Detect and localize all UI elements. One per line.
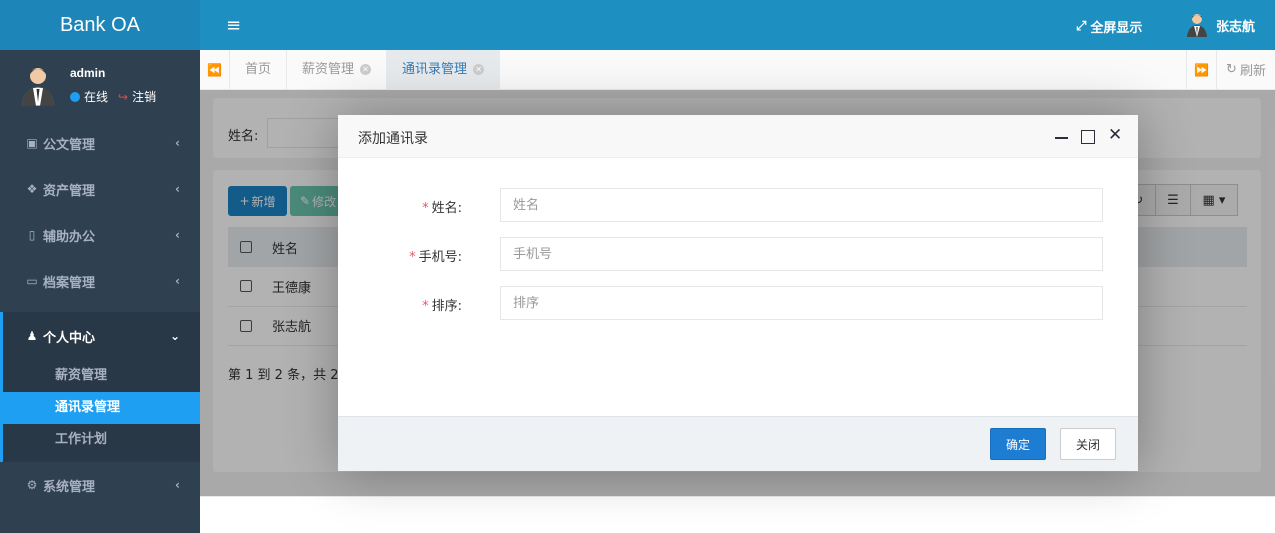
close-button[interactable]: 关闭	[1060, 428, 1116, 460]
gear-icon: ⚙	[26, 478, 38, 492]
sidebar-item-workplan[interactable]: 工作计划	[3, 424, 200, 456]
maximize-icon[interactable]	[1081, 130, 1095, 144]
menu-label: 辅助办公	[43, 229, 96, 245]
user-status: 在线 ↪ 注销	[70, 88, 156, 105]
name-field[interactable]	[500, 188, 1103, 222]
tab-close-icon[interactable]: ✕	[473, 64, 485, 75]
tab-salary[interactable]: 薪资管理 ✕	[287, 50, 388, 89]
tab-label: 薪资管理	[302, 62, 355, 77]
dialog-title: 添加通讯录	[358, 131, 428, 147]
minimize-icon[interactable]	[1054, 128, 1068, 142]
chevron-left-icon: ‹	[175, 274, 180, 288]
fullscreen-label: 全屏显示	[1090, 21, 1143, 36]
phone-field[interactable]	[500, 237, 1103, 271]
tab-contacts[interactable]: 通讯录管理 ✕	[387, 50, 501, 89]
tabs: 首页 薪资管理 ✕ 通讯录管理 ✕	[230, 50, 501, 89]
header-avatar	[1187, 14, 1207, 37]
sidebar-item-salary[interactable]: 薪资管理	[3, 360, 200, 392]
sidebar: Bank OA admin 在线 ↪ 注销 ▣ 公文管理 ‹ ❖ 资产管理 ‹	[0, 0, 200, 533]
sort-field-label: * 排序:	[422, 299, 462, 314]
dialog-header[interactable]: 添加通讯录 ✕	[338, 115, 1138, 158]
top-header: ≡ ⤢ 全屏显示 张志航	[200, 0, 1275, 50]
chevron-left-icon: ‹	[175, 228, 180, 242]
online-label: 在线	[84, 90, 109, 104]
refresh-button[interactable]: ↻ 刷新	[1216, 50, 1275, 89]
header-user-menu[interactable]: 张志航	[1186, 13, 1255, 37]
briefcase-icon: ▣	[26, 136, 38, 150]
expand-icon: ⤢	[1076, 19, 1087, 34]
logout-link[interactable]: 注销	[132, 88, 156, 105]
file-icon: ▯	[28, 228, 36, 242]
add-contact-dialog: 添加通讯录 ✕ *姓名: *手机号: *排序: 确定 关闭	[338, 115, 1138, 471]
user-icon: ♟	[26, 329, 38, 343]
dialog-footer: 确定 关闭	[338, 416, 1138, 471]
online-dot-icon	[70, 91, 80, 102]
tab-scroll-left-icon[interactable]: ⏪	[200, 50, 230, 89]
cubes-icon: ❖	[26, 182, 38, 196]
sort-field[interactable]	[500, 286, 1103, 320]
username: admin	[70, 66, 106, 80]
menu-item-personal[interactable]: ♟ 个人中心 ⌄	[0, 312, 200, 360]
tab-close-icon[interactable]: ✕	[360, 64, 372, 75]
name-field-label: * 姓名:	[422, 201, 462, 216]
tab-bar: ⏪ 首页 薪资管理 ✕ 通讯录管理 ✕ ⏩ ↻ 刷新	[200, 50, 1275, 90]
refresh-label: 刷新	[1239, 64, 1266, 79]
tab-label: 通讯录管理	[402, 62, 468, 77]
refresh-icon: ↻	[1226, 62, 1237, 77]
confirm-button[interactable]: 确定	[990, 428, 1046, 460]
menu-item-office[interactable]: ▯ 辅助办公 ‹	[0, 212, 200, 258]
tab-home[interactable]: 首页	[230, 50, 288, 89]
tab-label: 首页	[245, 62, 272, 77]
form-row-phone: * 手机号:	[338, 237, 1138, 271]
form-row-sort: * 排序:	[338, 286, 1138, 320]
chevron-left-icon: ‹	[175, 136, 180, 150]
menu-item-assets[interactable]: ❖ 资产管理 ‹	[0, 166, 200, 212]
chevron-down-icon: ⌄	[169, 329, 180, 343]
close-icon[interactable]: ✕	[1108, 126, 1122, 144]
app-brand: Bank OA	[0, 0, 200, 50]
submenu-personal: 薪资管理 通讯录管理 工作计划	[0, 360, 200, 462]
menu-label: 档案管理	[43, 275, 96, 291]
fullscreen-button[interactable]: ⤢ 全屏显示	[1076, 17, 1142, 36]
menu-label: 系统管理	[43, 479, 96, 495]
phone-field-label: * 手机号:	[409, 250, 462, 265]
footer	[200, 496, 1275, 533]
menu-item-documents[interactable]: ▣ 公文管理 ‹	[0, 120, 200, 166]
sidebar-menu: ▣ 公文管理 ‹ ❖ 资产管理 ‹ ▯ 辅助办公 ‹ ▭ 档案管理 ‹ ♟ 个人…	[0, 120, 200, 508]
menu-toggle-icon[interactable]: ≡	[226, 15, 241, 36]
sidebar-item-contacts[interactable]: 通讯录管理	[0, 392, 200, 424]
menu-item-system[interactable]: ⚙ 系统管理 ‹	[0, 462, 200, 508]
tab-scroll-right-icon[interactable]: ⏩	[1186, 50, 1216, 89]
menu-label: 公文管理	[43, 137, 96, 153]
menu-label: 资产管理	[43, 183, 96, 199]
user-panel: admin 在线 ↪ 注销	[0, 50, 200, 120]
logout-icon[interactable]: ↪	[118, 90, 128, 104]
inbox-icon: ▭	[26, 274, 38, 288]
chevron-left-icon: ‹	[175, 182, 180, 196]
chevron-left-icon: ‹	[175, 478, 180, 492]
avatar	[21, 68, 55, 106]
menu-item-archives[interactable]: ▭ 档案管理 ‹	[0, 258, 200, 304]
header-username: 张志航	[1216, 19, 1256, 35]
menu-label: 个人中心	[43, 330, 96, 346]
form-row-name: * 姓名:	[338, 188, 1138, 222]
